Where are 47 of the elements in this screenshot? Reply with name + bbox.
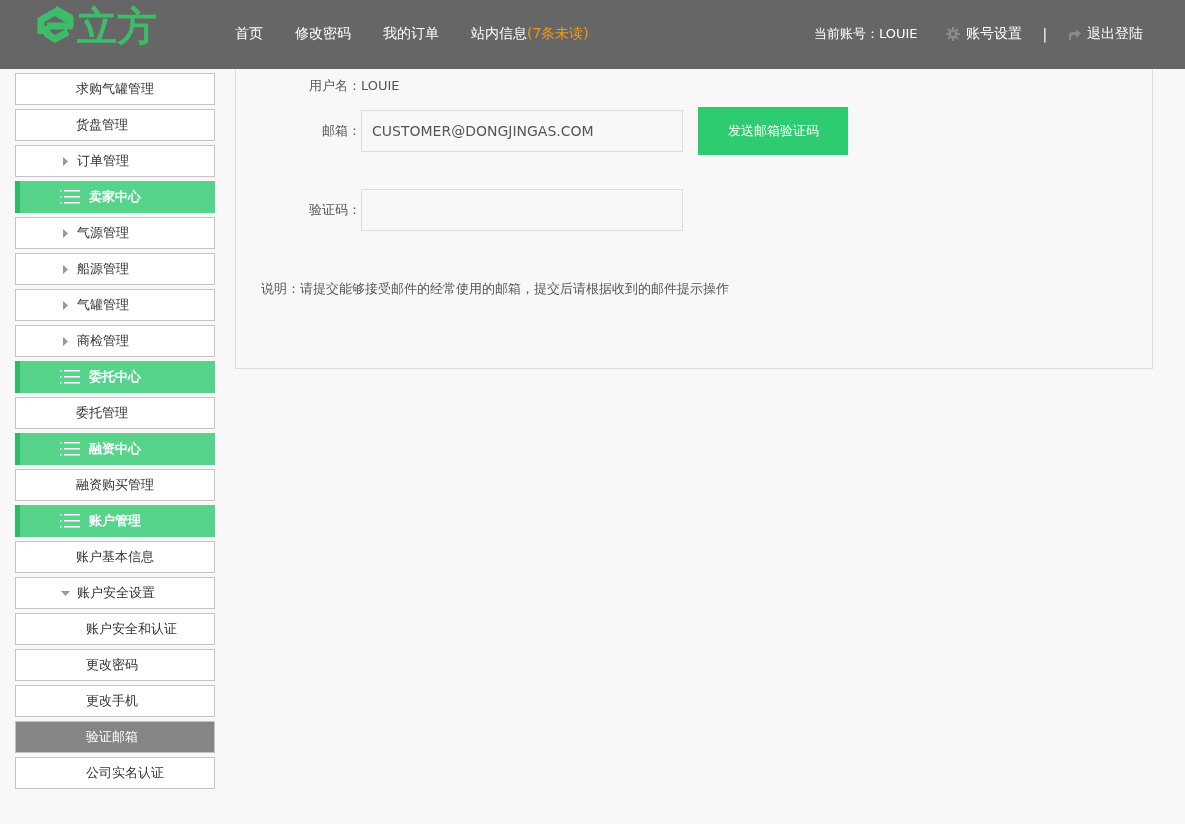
caret-right-icon: [61, 300, 70, 310]
sidebar-item[interactable]: 账户基本信息: [15, 541, 215, 573]
code-field[interactable]: [361, 189, 683, 231]
sidebar-item[interactable]: 公司实名认证: [15, 757, 215, 789]
separator: |: [1042, 26, 1048, 42]
sidebar-item[interactable]: 订单管理: [15, 145, 215, 177]
sidebar-item[interactable]: 融资购买管理: [15, 469, 215, 501]
sidebar-item[interactable]: 求购气罐管理: [15, 73, 215, 105]
nav-link[interactable]: 修改密码: [295, 25, 351, 43]
caret-right-icon: [61, 228, 70, 238]
note-text: 说明：请提交能够接受邮件的经常使用的邮箱，提交后请根据收到的邮件提示操作: [261, 281, 729, 298]
list-icon: [60, 190, 80, 204]
sidebar-item[interactable]: 更改密码: [15, 649, 215, 681]
list-icon: [60, 514, 80, 528]
sidebar-item[interactable]: 气罐管理: [15, 289, 215, 321]
sidebar-item[interactable]: 货盘管理: [15, 109, 215, 141]
account-settings-link[interactable]: 账号设置: [965, 25, 1022, 43]
caret-right-icon: [61, 156, 70, 166]
nav-link[interactable]: 我的订单: [383, 25, 439, 43]
sidebar-item[interactable]: 船源管理: [15, 253, 215, 285]
sidebar-item[interactable]: 账户安全和认证: [15, 613, 215, 645]
sidebar-item[interactable]: 商检管理: [15, 325, 215, 357]
sidebar-item[interactable]: 委托管理: [15, 397, 215, 429]
sidebar-item[interactable]: 账户安全设置: [15, 577, 215, 609]
gear-icon: [945, 27, 960, 41]
logo-text: 立方: [77, 4, 157, 48]
section-title: 委托中心: [89, 368, 141, 386]
caret-down-icon: [61, 588, 70, 598]
caret-right-icon: [61, 264, 70, 274]
email-field[interactable]: CUSTOMER@DONGJINGAS.COM: [361, 110, 683, 152]
list-icon: [60, 370, 80, 384]
nav-link[interactable]: 站内信息(7条未读): [471, 25, 589, 43]
caret-right-icon: [61, 336, 70, 346]
list-icon: [60, 442, 80, 456]
section-title: 融资中心: [89, 440, 141, 458]
account-name: 当前账号：LOUIE: [814, 25, 918, 43]
section-title: 账户管理: [89, 512, 141, 530]
section-title: 卖家中心: [89, 188, 141, 206]
email-label: 邮箱：: [321, 122, 361, 140]
nav-link[interactable]: 首页: [235, 25, 263, 43]
logout-link[interactable]: 退出登陆: [1087, 25, 1144, 43]
share-arrow-icon: [1068, 28, 1082, 40]
code-label: 验证码：: [308, 201, 361, 219]
username-label: 用户名：LOUIE: [309, 77, 400, 95]
sidebar-item[interactable]: 气源管理: [15, 217, 215, 249]
sidebar-item[interactable]: 更改手机: [15, 685, 215, 717]
sidebar-item[interactable]: 验证邮箱: [15, 721, 215, 753]
